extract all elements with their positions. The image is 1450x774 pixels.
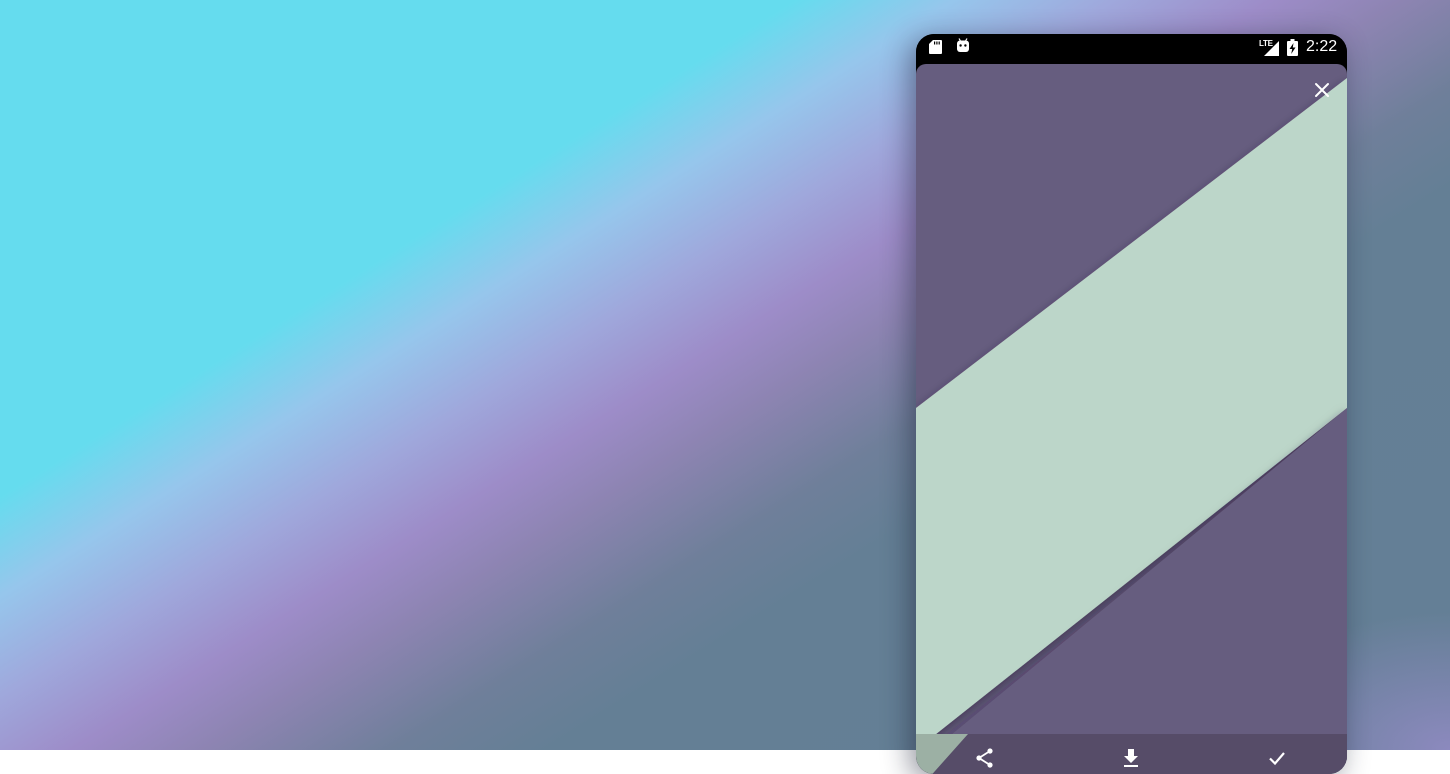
sd-card-icon bbox=[929, 40, 942, 54]
wallpaper-preview-screen bbox=[916, 64, 1347, 774]
preview-action-bar bbox=[916, 734, 1347, 774]
android-icon bbox=[957, 38, 969, 52]
status-bar: LTE 2:22 bbox=[916, 34, 1347, 64]
close-button[interactable] bbox=[1310, 78, 1334, 102]
status-clock: 2:22 bbox=[1306, 38, 1338, 55]
wallpaper-preview[interactable] bbox=[916, 64, 1347, 774]
phone-frame: LTE 2:22 bbox=[916, 34, 1347, 774]
battery-charging-icon bbox=[1287, 39, 1298, 56]
signal-icon bbox=[1264, 41, 1279, 56]
